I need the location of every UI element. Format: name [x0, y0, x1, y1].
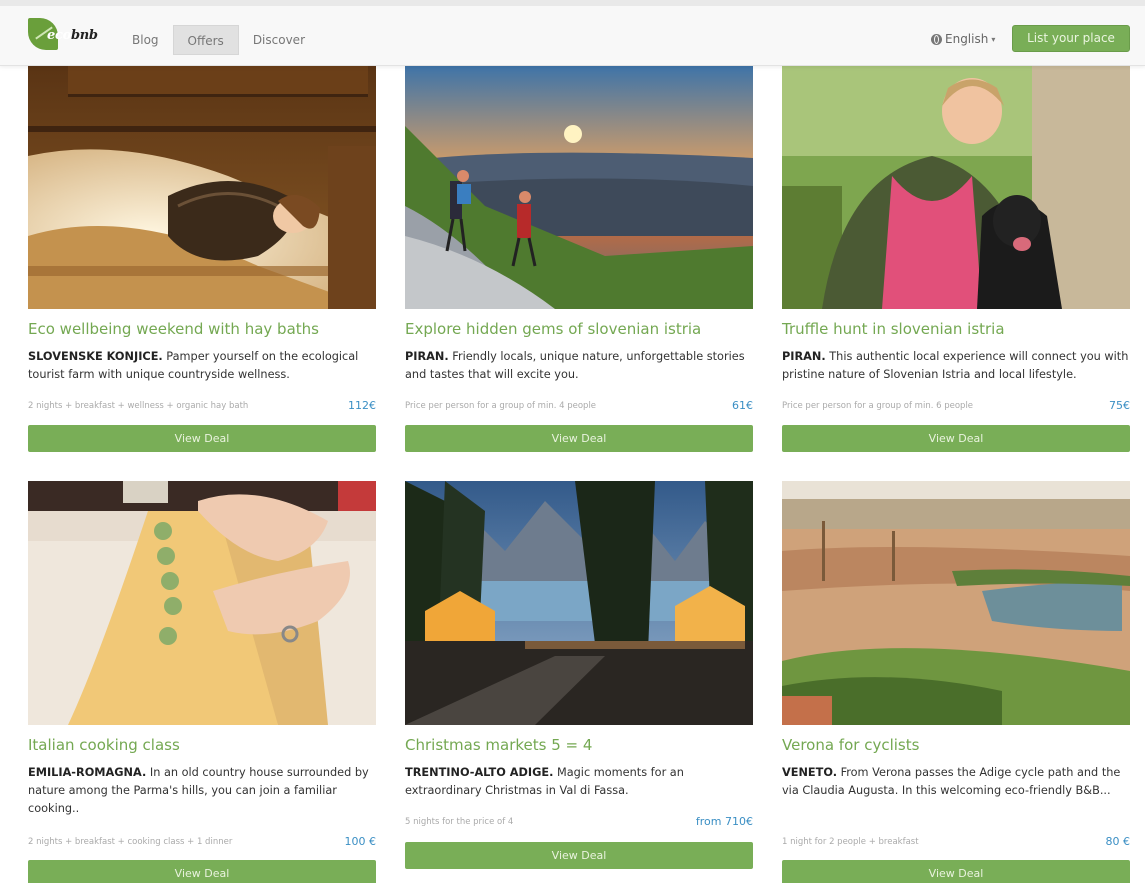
offer-description: TRENTINO-ALTO ADIGE. Magic moments for a…	[405, 766, 684, 797]
view-deal-button[interactable]: View Deal	[405, 425, 753, 452]
view-deal-button[interactable]: View Deal	[782, 425, 1130, 452]
view-deal-button[interactable]: View Deal	[28, 860, 376, 883]
hikers-sunset-photo[interactable]	[405, 66, 753, 309]
offer-description: PIRAN. This authentic local experience w…	[782, 350, 1129, 381]
nav-discover[interactable]: Discover	[239, 25, 319, 55]
offer-region: PIRAN.	[782, 350, 826, 363]
offer-region: SLOVENSKE KONJICE.	[28, 350, 163, 363]
offer-title[interactable]: Truffle hunt in slovenian istria	[782, 320, 1005, 338]
list-your-place-button[interactable]: List your place	[1012, 25, 1130, 52]
view-deal-button[interactable]: View Deal	[405, 842, 753, 869]
navbar: ecobnb Blog Offers Discover English ▾ Li…	[0, 0, 1145, 66]
view-deal-button[interactable]: View Deal	[782, 860, 1130, 883]
offer-price: 61€	[732, 399, 753, 412]
offer-note: Price per person for a group of min. 6 p…	[782, 401, 974, 411]
offer-description: PIRAN. Friendly locals, unique nature, u…	[405, 350, 745, 381]
pasta-making-photo[interactable]	[28, 481, 376, 725]
offer-title[interactable]: Italian cooking class	[28, 736, 180, 754]
hay-bath-photo[interactable]	[28, 66, 376, 309]
offer-description: SLOVENSKE KONJICE. Pamper yourself on th…	[28, 350, 359, 381]
offer-region: PIRAN.	[405, 350, 449, 363]
offer-title[interactable]: Christmas markets 5 = 4	[405, 736, 592, 754]
offer-note: 2 nights + breakfast + wellness + organi…	[28, 401, 249, 411]
offer-description: EMILIA-ROMAGNA. In an old country house …	[28, 766, 369, 815]
nav-offers[interactable]: Offers	[172, 25, 239, 55]
offer-price: 75€	[1109, 399, 1130, 412]
nav-blog[interactable]: Blog	[118, 25, 173, 55]
offer-description: VENETO. From Verona passes the Adige cyc…	[782, 766, 1121, 797]
offer-note: 2 nights + breakfast + cooking class + 1…	[28, 837, 233, 847]
offer-region: EMILIA-ROMAGNA.	[28, 766, 147, 779]
offer-price: 100 €	[344, 835, 377, 848]
main-nav: Blog Offers Discover	[118, 25, 319, 55]
christmas-market-photo[interactable]	[405, 481, 753, 725]
offer-price: 80 €	[1105, 835, 1131, 848]
offer-price: 112€	[348, 399, 376, 412]
offer-region: TRENTINO-ALTO ADIGE.	[405, 766, 554, 779]
offer-price: from 710€	[695, 815, 753, 828]
offer-title[interactable]: Explore hidden gems of slovenian istria	[405, 320, 701, 338]
caret-down-icon: ▾	[991, 34, 996, 44]
language-label: English	[945, 32, 989, 46]
offer-title[interactable]: Verona for cyclists	[782, 736, 919, 754]
globe-icon	[931, 33, 942, 45]
view-deal-button[interactable]: View Deal	[28, 425, 376, 452]
truffle-dog-photo[interactable]	[782, 66, 1130, 309]
offer-note: 1 night for 2 people + breakfast	[782, 837, 919, 847]
verona-city-photo[interactable]	[782, 481, 1130, 725]
offer-note: 5 nights for the price of 4	[405, 817, 514, 827]
offer-region: VENETO.	[782, 766, 837, 779]
language-selector[interactable]: English ▾	[931, 32, 995, 46]
offer-note: Price per person for a group of min. 4 p…	[405, 401, 597, 411]
browser-edge	[0, 0, 1145, 6]
offer-title[interactable]: Eco wellbeing weekend with hay baths	[28, 320, 319, 338]
ecobnb-logo[interactable]: ecobnb	[28, 18, 98, 52]
